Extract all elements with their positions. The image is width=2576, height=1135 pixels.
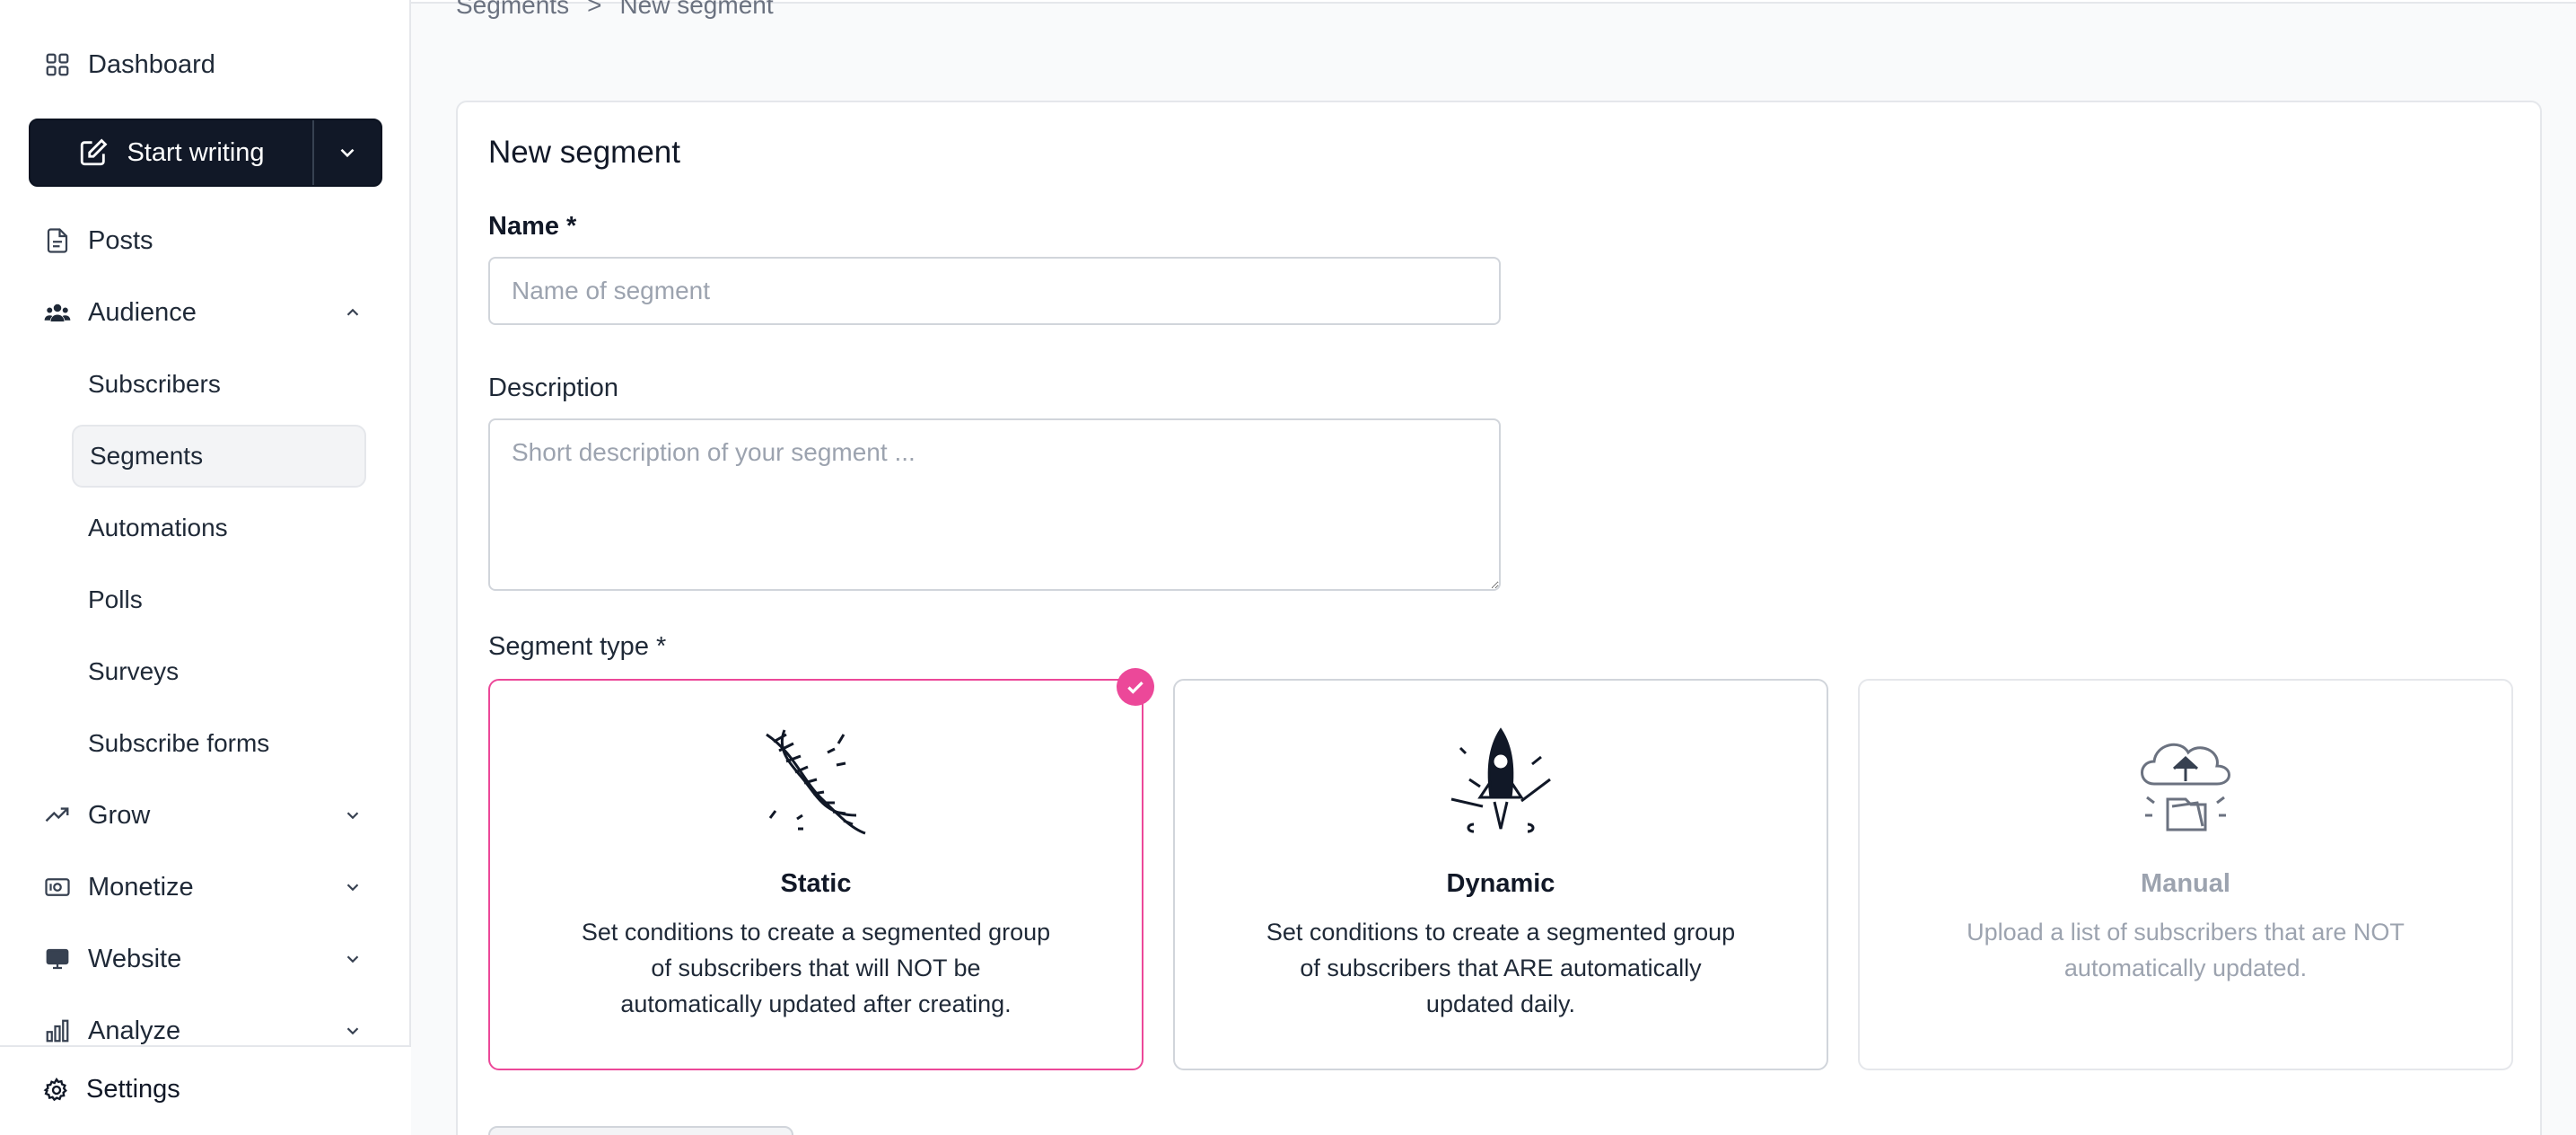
breadcrumb-separator: > — [587, 0, 602, 19]
sidebar-item-subscribe-forms[interactable]: Subscribe forms — [72, 712, 366, 775]
start-writing-button[interactable]: Start writing — [31, 120, 312, 185]
chevron-down-icon[interactable] — [341, 804, 364, 827]
sidebar-item-label: Audience — [88, 297, 197, 327]
segment-type-title: Dynamic — [1446, 869, 1555, 898]
trending-up-icon — [43, 801, 72, 830]
chevron-down-icon[interactable] — [341, 875, 364, 899]
sidebar-item-label: Website — [88, 944, 182, 973]
sidebar-item-polls[interactable]: Polls — [72, 568, 366, 631]
breadcrumb-parent[interactable]: Segments — [456, 0, 569, 20]
users-icon — [43, 298, 72, 327]
sidebar-item-label: Monetize — [88, 872, 194, 902]
segment-type-description: Upload a list of subscribers that are NO… — [1967, 919, 2405, 981]
segment-type-description: Set conditions to create a segmented gro… — [581, 919, 1051, 1017]
continue-button[interactable] — [488, 1126, 793, 1135]
grid-icon — [43, 50, 72, 79]
chevron-down-icon[interactable] — [341, 1019, 364, 1043]
description-label: Description — [488, 374, 619, 402]
page-title: New segment — [488, 135, 680, 170]
segment-type-label: Segment type * — [488, 632, 667, 661]
start-writing-dropdown-button[interactable] — [312, 120, 381, 185]
sidebar-item-grow[interactable]: Grow — [43, 797, 150, 833]
sidebar-item-dashboard[interactable]: Dashboard — [43, 47, 215, 83]
segment-name-input[interactable] — [488, 257, 1501, 325]
segment-type-title: Static — [780, 869, 852, 898]
sidebar-item-posts[interactable]: Posts — [43, 223, 153, 259]
sidebar-item-label: Dashboard — [88, 49, 215, 79]
segment-type-static[interactable]: Static Set conditions to create a segmen… — [488, 668, 1154, 1070]
sidebar-item-label: Analyze — [88, 1016, 181, 1045]
sidebar-item-settings[interactable]: Settings — [43, 1075, 180, 1104]
segment-type-description: Set conditions to create a segmented gro… — [1266, 919, 1736, 1017]
sidebar-item-label: Posts — [88, 225, 153, 255]
chevron-up-icon[interactable] — [341, 301, 364, 324]
chevron-down-icon[interactable] — [341, 947, 364, 971]
bar-chart-icon — [43, 1016, 72, 1045]
money-icon — [43, 873, 72, 902]
start-writing-button-group: Start writing — [29, 119, 382, 187]
segment-type-title: Manual — [2141, 869, 2230, 898]
sidebar-item-website[interactable]: Website — [43, 941, 181, 977]
rocket-icon — [1450, 727, 1551, 833]
sidebar-item-audience[interactable]: Audience — [43, 295, 375, 330]
breadcrumb-current: New segment — [619, 0, 774, 19]
segment-description-input[interactable] — [488, 418, 1501, 591]
sidebar-item-monetize[interactable]: Monetize — [43, 869, 194, 905]
sidebar-item-analyze[interactable]: Analyze — [43, 1013, 180, 1049]
edit-icon — [81, 138, 108, 166]
new-segment-card: New segment Name * Description Segment t… — [456, 101, 2542, 1135]
dna-icon — [766, 729, 866, 835]
breadcrumb: Segments > New segment — [456, 0, 774, 20]
sidebar-item-surveys[interactable]: Surveys — [72, 640, 366, 703]
sidebar-item-label: Grow — [88, 800, 151, 830]
segment-type-dynamic[interactable]: Dynamic Set conditions to create a segme… — [1173, 679, 1828, 1070]
sidebar-item-label: Settings — [86, 1075, 180, 1104]
sidebar-item-segments[interactable]: Segments — [72, 425, 366, 488]
segment-type-manual[interactable]: Manual Upload a list of subscribers that… — [1858, 679, 2513, 1070]
document-icon — [43, 226, 72, 255]
name-label: Name * — [488, 212, 577, 241]
cloud-upload-icon — [2141, 743, 2230, 831]
sidebar-item-automations[interactable]: Automations — [72, 497, 366, 559]
chevron-down-icon — [340, 148, 355, 158]
check-icon — [1117, 668, 1154, 706]
sidebar-item-subscribers[interactable]: Subscribers — [72, 353, 366, 416]
start-writing-label: Start writing — [127, 137, 265, 167]
gear-icon — [43, 1077, 67, 1101]
monitor-icon — [43, 945, 72, 973]
sidebar: Dashboard Start writing Posts Audience S… — [0, 0, 411, 1135]
